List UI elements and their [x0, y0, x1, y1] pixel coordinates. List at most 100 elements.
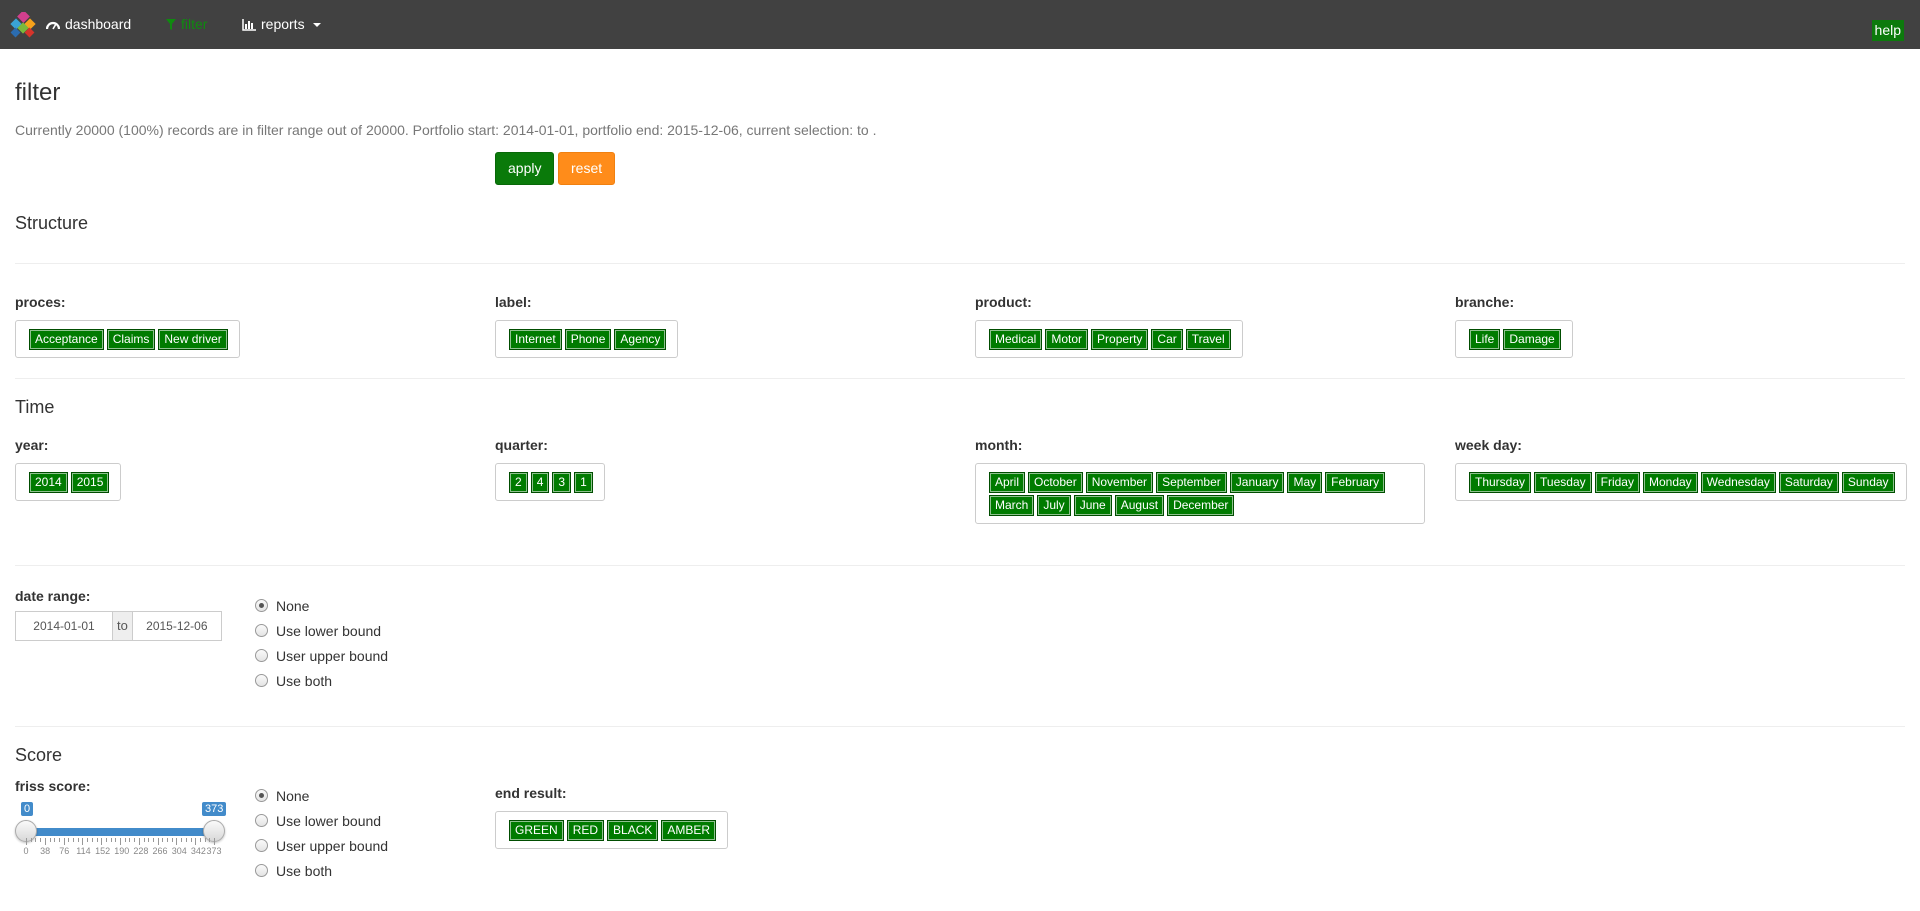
slider-tick-label: 304: [171, 846, 187, 856]
filter-tag[interactable]: August: [1114, 495, 1165, 516]
filter-tag[interactable]: Wednesday: [1700, 472, 1776, 493]
filter-tag[interactable]: Car: [1151, 329, 1183, 350]
filter-tag[interactable]: AMBER: [661, 820, 717, 841]
end-result-label: end result:: [495, 785, 567, 801]
app-logo-icon[interactable]: [10, 12, 40, 38]
slider-tick: [134, 838, 136, 842]
filter-tag[interactable]: 1: [574, 472, 593, 493]
slider-tick: [204, 838, 206, 842]
filter-tag[interactable]: June: [1073, 495, 1112, 516]
filter-tag[interactable]: Motor: [1045, 329, 1089, 350]
radio-button[interactable]: [255, 649, 268, 662]
radio-option[interactable]: Use lower bound: [254, 618, 388, 643]
radio-option[interactable]: User upper bound: [254, 833, 388, 858]
slider-tick-labels: 0 38 76 114 152 190 228 266 304 342 373: [23, 846, 221, 858]
filter-tag[interactable]: May: [1287, 472, 1323, 493]
filter-tag[interactable]: Sunday: [1841, 472, 1895, 493]
radio-label: User upper bound: [276, 837, 389, 854]
date-to-input[interactable]: [131, 611, 222, 641]
slider-tick: [199, 838, 201, 842]
filter-tag[interactable]: RED: [566, 820, 605, 841]
filter-tag[interactable]: Friday: [1594, 472, 1640, 493]
slider-tick-label: 0: [23, 846, 29, 856]
radio-option[interactable]: User upper bound: [254, 643, 388, 668]
proces-tags: Acceptance Claims New driver: [15, 320, 240, 358]
filter-tag[interactable]: March: [989, 495, 1035, 516]
filter-tag[interactable]: Property: [1091, 329, 1149, 350]
quarter-label: quarter:: [495, 437, 548, 453]
radio-button[interactable]: [255, 814, 268, 827]
filter-tag[interactable]: February: [1325, 472, 1386, 493]
filter-tag[interactable]: Acceptance: [29, 329, 104, 350]
filter-tag[interactable]: Life: [1469, 329, 1501, 350]
navbar: dashboard filter reports help: [0, 0, 1920, 49]
slider-tick: [49, 838, 51, 842]
slider-tick: [91, 838, 93, 842]
filter-tag[interactable]: January: [1229, 472, 1285, 493]
divider: [15, 263, 1905, 264]
slider-tick: [152, 838, 154, 842]
filter-tag[interactable]: December: [1167, 495, 1235, 516]
slider-tick: [124, 838, 126, 842]
slider-tick: [68, 838, 70, 842]
filter-tag[interactable]: Monday: [1642, 472, 1698, 493]
nav-filter[interactable]: filter: [166, 0, 207, 49]
friss-score-options: None Use lower bound User upper bound Use b…: [254, 783, 388, 883]
radio-option[interactable]: Use lower bound: [254, 808, 388, 833]
slider-tick: [214, 838, 215, 845]
filter-tag[interactable]: 2015: [70, 472, 110, 493]
year-label: year:: [15, 437, 49, 453]
filter-tag[interactable]: 2014: [29, 472, 68, 493]
filter-tag[interactable]: 4: [530, 472, 550, 493]
filter-tag[interactable]: GREEN: [509, 820, 564, 841]
filter-tag[interactable]: November: [1085, 472, 1154, 493]
radio-button[interactable]: [255, 599, 268, 612]
date-range-label: date range:: [15, 588, 91, 604]
branche-label: branche:: [1455, 294, 1515, 310]
filter-tag[interactable]: Agency: [614, 329, 667, 350]
reset-button[interactable]: reset: [558, 152, 616, 185]
slider-tick: [129, 838, 131, 842]
radio-option[interactable]: None: [254, 783, 388, 808]
filter-tag[interactable]: Damage: [1503, 329, 1561, 350]
filter-tag[interactable]: April: [989, 472, 1026, 493]
slider-ticks: [26, 838, 215, 846]
radio-button[interactable]: [255, 624, 268, 637]
apply-button[interactable]: apply: [495, 152, 555, 185]
filter-tag[interactable]: Tuesday: [1534, 472, 1592, 493]
filter-tag[interactable]: 2: [509, 472, 528, 493]
help-button[interactable]: help: [1871, 20, 1904, 41]
slider-tick: [54, 838, 56, 842]
filter-tag[interactable]: Saturday: [1778, 472, 1839, 493]
slider-tick-label: 342: [190, 846, 206, 856]
radio-option[interactable]: Use both: [254, 668, 388, 693]
radio-option[interactable]: None: [254, 593, 388, 618]
radio-button[interactable]: [255, 864, 268, 877]
section-title-time: Time: [15, 397, 55, 417]
filter-summary: Currently 20000 (100%) records are in fi…: [15, 122, 877, 138]
nav-reports[interactable]: reports: [242, 0, 321, 49]
slider-tick: [162, 838, 164, 842]
filter-tag[interactable]: New driver: [158, 329, 228, 350]
slider-tick: [44, 838, 46, 845]
month-label: month:: [975, 437, 1023, 453]
filter-tag[interactable]: September: [1156, 472, 1227, 493]
radio-option[interactable]: Use both: [254, 858, 388, 883]
radio-button[interactable]: [255, 839, 268, 852]
filter-tag[interactable]: Internet: [509, 329, 562, 350]
filter-tag[interactable]: July: [1037, 495, 1071, 516]
slider-track[interactable]: [25, 828, 213, 836]
date-from-input[interactable]: [15, 611, 113, 641]
filter-tag[interactable]: Medical: [989, 329, 1043, 350]
filter-tag[interactable]: Claims: [106, 329, 156, 350]
filter-tag[interactable]: Phone: [564, 329, 612, 350]
filter-tag[interactable]: 3: [552, 472, 572, 493]
filter-tag[interactable]: Travel: [1185, 329, 1231, 350]
nav-dashboard[interactable]: dashboard: [46, 0, 131, 49]
filter-tag[interactable]: BLACK: [607, 820, 659, 841]
friss-score-slider[interactable]: 0 373 0 38 76 114 152 190 228 266 304 342 373: [15, 800, 227, 860]
filter-tag[interactable]: Thursday: [1469, 472, 1532, 493]
filter-tag[interactable]: October: [1028, 472, 1083, 493]
radio-button[interactable]: [255, 789, 268, 802]
radio-button[interactable]: [255, 674, 268, 687]
